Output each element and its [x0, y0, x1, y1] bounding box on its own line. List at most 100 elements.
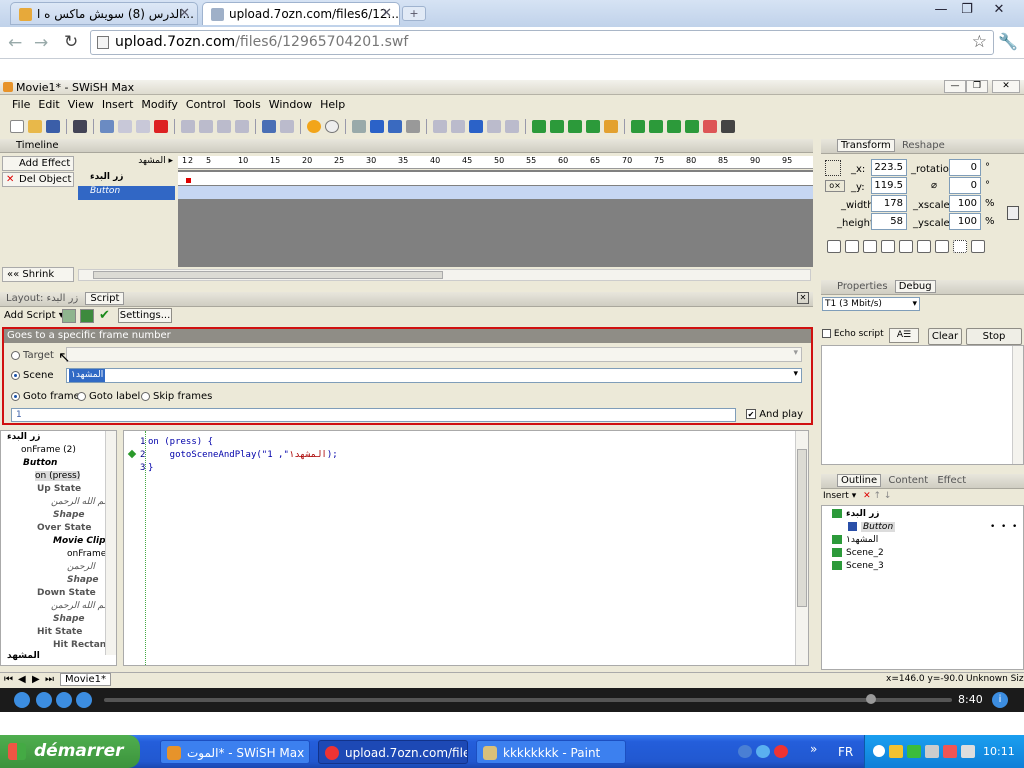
maximize-icon[interactable]: ❐	[954, 0, 980, 20]
align-icon[interactable]	[827, 240, 841, 253]
and-play-checkbox[interactable]: ✔ And play	[746, 409, 803, 420]
tree-item[interactable]: Up State	[37, 484, 81, 494]
code-vscrollbar[interactable]	[795, 431, 808, 665]
width-field[interactable]: 178	[871, 195, 907, 212]
bring-front-icon[interactable]	[181, 120, 195, 133]
height-field[interactable]: 58	[871, 213, 907, 230]
back-icon[interactable]: ←	[8, 33, 22, 53]
new-icon[interactable]	[10, 120, 24, 133]
bandwidth-select[interactable]: T1 (3 Mbit/s) ▾	[822, 297, 920, 311]
shrink-button[interactable]: «« Shrink	[2, 267, 74, 282]
convert-icon[interactable]	[667, 120, 681, 133]
stop-icon[interactable]	[352, 120, 366, 133]
tab-script[interactable]: Script	[85, 292, 125, 305]
group-sprite-icon[interactable]	[649, 120, 663, 133]
tray-network-icon[interactable]	[925, 744, 939, 758]
save-icon[interactable]	[46, 120, 60, 133]
x-field[interactable]: 223.5	[871, 159, 907, 176]
taskbar-item-chrome[interactable]: upload.7ozn.com/file...	[318, 740, 468, 764]
outline-insert-button[interactable]: Insert	[823, 491, 849, 501]
tree-item[interactable]: Shape	[67, 575, 99, 585]
redo-icon[interactable]	[280, 120, 294, 133]
tray-volume-icon[interactable]	[961, 744, 975, 758]
close-window-icon[interactable]: ✕	[982, 0, 1016, 20]
app-restore-icon[interactable]: ❐	[966, 80, 988, 93]
menu-view[interactable]: View	[68, 98, 94, 111]
tray-app-icon[interactable]	[943, 744, 957, 758]
yscale-field[interactable]: 100	[949, 213, 981, 230]
browser-tab-1[interactable]: الدرس (8) سويش ماكس ه ا... ✕	[10, 2, 198, 25]
last-frame-icon[interactable]	[505, 120, 519, 133]
group-icon[interactable]	[631, 120, 645, 133]
frame-number-input[interactable]: 1	[11, 408, 736, 422]
insert-image-icon[interactable]	[604, 120, 618, 133]
effect-icon[interactable]	[703, 120, 717, 133]
paste-icon[interactable]	[136, 120, 150, 133]
help-icon[interactable]	[307, 120, 321, 133]
taskbar-item-swish[interactable]: الموت* - SWiSH Max	[160, 740, 310, 764]
tray-arrow-icon[interactable]	[873, 745, 885, 757]
bring-forward-icon[interactable]	[199, 120, 213, 133]
rotation-field[interactable]: 0	[949, 159, 981, 176]
delete-icon[interactable]	[154, 120, 168, 133]
snap-icon[interactable]	[971, 240, 985, 253]
chrome-quicklaunch-icon[interactable]	[774, 744, 788, 758]
debug-output[interactable]	[821, 345, 1024, 465]
tree-item[interactable]: Down State	[37, 588, 96, 598]
move-up-icon[interactable]: ↑	[874, 491, 882, 501]
tree-vscrollbar[interactable]	[105, 431, 116, 655]
pivot-icon[interactable]: o×	[825, 180, 845, 192]
rotate-left-icon[interactable]	[863, 240, 877, 253]
tree-item[interactable]: on (press)	[35, 471, 81, 481]
seek-bar[interactable]	[104, 698, 952, 702]
tab-debug[interactable]: Debug	[894, 280, 936, 293]
close-tab-icon[interactable]: ✕	[381, 6, 392, 21]
skip-frames-radio[interactable]: Skip frames	[141, 391, 212, 402]
tree-item[interactable]: onFrame	[67, 549, 106, 559]
taskbar-item-paint[interactable]: kkkkkkkk - Paint	[476, 740, 626, 764]
tree-item[interactable]: Shape	[53, 510, 85, 520]
timeline-row-2[interactable]: Button	[78, 186, 175, 200]
address-bar[interactable]: upload.7ozn.com/files6/12965704201.swf ☆	[90, 30, 994, 55]
new-tab-button[interactable]: +	[402, 6, 426, 21]
fast-forward-icon[interactable]	[487, 120, 501, 133]
tree-item[interactable]: Button	[23, 458, 57, 468]
play-button[interactable]	[56, 692, 72, 708]
timeline-row-1[interactable]: زر البدء	[78, 172, 175, 186]
context-help-icon[interactable]	[325, 120, 339, 133]
panel-close-icon[interactable]: ✕	[797, 292, 809, 304]
app-close-icon[interactable]: ✕	[992, 80, 1020, 93]
xscale-field[interactable]: 100	[949, 195, 981, 212]
next-frame-icon[interactable]	[469, 120, 483, 133]
movie-tab[interactable]: Movie1*	[60, 673, 111, 686]
target-select[interactable]: ▾	[66, 347, 802, 362]
paste-transform-icon[interactable]	[935, 240, 949, 253]
prev-frame-icon[interactable]	[451, 120, 465, 133]
del-object-button[interactable]: ✕ Del Object	[2, 172, 74, 187]
break-icon[interactable]	[685, 120, 699, 133]
rotate-right-icon[interactable]	[881, 240, 895, 253]
anchor-grid-icon[interactable]	[825, 160, 841, 176]
frames-area[interactable]	[178, 170, 813, 267]
minimize-icon[interactable]: —	[928, 0, 954, 20]
tree-item[interactable]: Movie Clip	[53, 536, 106, 546]
chevron-down-icon[interactable]: ▾	[793, 369, 798, 379]
tree-item[interactable]: زر البدء	[7, 432, 40, 442]
ie-icon[interactable]	[756, 744, 770, 758]
outline-item[interactable]: Button • • •	[848, 522, 1017, 532]
first-frame-icon[interactable]	[433, 120, 447, 133]
next-tab-icon[interactable]: ▶	[32, 674, 40, 685]
tree-item[interactable]: Over State	[37, 523, 91, 533]
quicklaunch-app-icon[interactable]	[738, 744, 752, 758]
insert-sprite-icon[interactable]	[550, 120, 564, 133]
menu-file[interactable]: File	[12, 98, 30, 111]
tab-reshape[interactable]: Reshape	[902, 140, 945, 151]
goto-frame-radio[interactable]: Goto frame	[11, 391, 80, 402]
echo-script-checkbox[interactable]: Echo script	[822, 329, 884, 339]
fast-forward-button[interactable]	[76, 692, 92, 708]
insert-button-icon[interactable]	[568, 120, 582, 133]
play-timeline-icon[interactable]	[388, 120, 402, 133]
debug-vscrollbar[interactable]	[1012, 346, 1023, 464]
menu-window[interactable]: Window	[269, 98, 312, 111]
copy-transform-icon[interactable]	[917, 240, 931, 253]
